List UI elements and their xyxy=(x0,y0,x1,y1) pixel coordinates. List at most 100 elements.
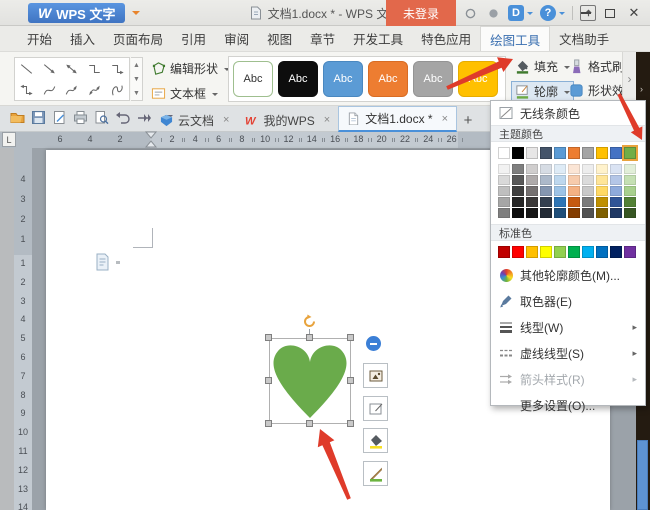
theme-variant-swatch[interactable] xyxy=(568,208,580,218)
rotate-handle-icon[interactable] xyxy=(302,314,317,329)
resize-handle-e[interactable] xyxy=(347,377,354,384)
menu-tab-2[interactable]: 页面布局 xyxy=(104,26,172,51)
menu-tab-7[interactable]: 开发工具 xyxy=(344,26,412,51)
standard-color-1[interactable] xyxy=(512,246,524,258)
theme-color-6[interactable] xyxy=(582,147,594,159)
standard-color-6[interactable] xyxy=(582,246,594,258)
resize-handle-nw[interactable] xyxy=(265,334,272,341)
outline-color-button[interactable] xyxy=(363,461,388,486)
shape-curved-double-arrow[interactable] xyxy=(83,79,106,100)
theme-variant-swatch[interactable] xyxy=(596,175,608,185)
theme-variant-swatch[interactable] xyxy=(554,186,566,196)
sync-circle-icon[interactable] xyxy=(462,5,478,21)
tab-stop-selector[interactable]: L xyxy=(2,132,16,147)
theme-variant-swatch[interactable] xyxy=(512,208,524,218)
menu-tab-10[interactable]: 文档助手 xyxy=(550,26,618,51)
theme-variant-swatch[interactable] xyxy=(582,197,594,207)
theme-variant-swatch[interactable] xyxy=(540,197,552,207)
theme-variant-swatch[interactable] xyxy=(582,175,594,185)
theme-variant-swatch[interactable] xyxy=(498,208,510,218)
outline-button[interactable]: 轮廓 xyxy=(511,81,574,102)
shape-double-arrow[interactable] xyxy=(61,58,84,79)
app-menu-caret-icon[interactable] xyxy=(132,11,140,19)
theme-color-9[interactable] xyxy=(624,147,636,159)
theme-variant-swatch[interactable] xyxy=(554,175,566,185)
theme-variant-swatch[interactable] xyxy=(610,208,622,218)
doc-tab-0[interactable]: 云文档× xyxy=(152,108,237,132)
shape-style-1[interactable]: Abc xyxy=(278,61,318,97)
menu-tab-9[interactable]: 绘图工具 xyxy=(480,26,550,51)
format-painter-button[interactable]: 格式刷 xyxy=(566,57,627,76)
theme-variant-swatch[interactable] xyxy=(498,164,510,174)
theme-variant-swatch[interactable] xyxy=(624,208,636,218)
new-tab-button[interactable]: + xyxy=(457,108,479,132)
theme-variant-swatch[interactable] xyxy=(540,164,552,174)
shape-arrow[interactable] xyxy=(38,58,61,79)
theme-color-1[interactable] xyxy=(512,147,524,159)
theme-variant-swatch[interactable] xyxy=(512,175,524,185)
menu-tab-0[interactable]: 开始 xyxy=(18,26,61,51)
text-box-button[interactable]: 文本框 xyxy=(148,84,221,103)
save-as-button[interactable] xyxy=(52,110,67,128)
theme-variant-swatch[interactable] xyxy=(610,175,622,185)
theme-variant-swatch[interactable] xyxy=(540,175,552,185)
theme-variant-swatch[interactable] xyxy=(568,175,580,185)
resize-handle-w[interactable] xyxy=(265,377,272,384)
vertical-ruler[interactable]: 43211234567891011121314 xyxy=(14,148,32,510)
theme-variant-swatch[interactable] xyxy=(610,186,622,196)
shape-curve[interactable] xyxy=(38,79,61,100)
theme-variant-swatch[interactable] xyxy=(526,175,538,185)
outline-menu-item-4[interactable]: 箭头样式(R)▸ xyxy=(491,366,645,392)
shape-style-2[interactable]: Abc xyxy=(323,61,363,97)
indent-markers[interactable] xyxy=(144,131,158,149)
theme-variant-swatch[interactable] xyxy=(582,164,594,174)
close-tab-icon[interactable]: × xyxy=(324,114,330,126)
standard-color-8[interactable] xyxy=(610,246,622,258)
edit-shape-button[interactable]: 编辑形状 xyxy=(148,59,233,78)
theme-variant-swatch[interactable] xyxy=(582,208,594,218)
gallery-up-icon[interactable]: ▲ xyxy=(131,58,142,72)
save-button[interactable] xyxy=(31,110,46,128)
login-button[interactable]: 未登录 xyxy=(386,0,456,26)
theme-color-4[interactable] xyxy=(554,147,566,159)
theme-color-7[interactable] xyxy=(596,147,608,159)
shape-freeform[interactable] xyxy=(106,79,129,100)
ribbon-expand-strip[interactable]: › xyxy=(622,52,636,106)
theme-variant-swatch[interactable] xyxy=(554,197,566,207)
theme-color-8[interactable] xyxy=(610,147,622,159)
shape-line[interactable] xyxy=(15,58,38,79)
theme-variant-swatch[interactable] xyxy=(512,186,524,196)
theme-variant-swatch[interactable] xyxy=(526,197,538,207)
collapse-minus-button[interactable] xyxy=(366,336,381,351)
shape-elbow[interactable] xyxy=(83,58,106,79)
menu-tab-8[interactable]: 特色应用 xyxy=(412,26,480,51)
undo-button[interactable] xyxy=(115,110,130,128)
print-preview-button[interactable] xyxy=(94,110,109,128)
standard-color-5[interactable] xyxy=(568,246,580,258)
print-button[interactable] xyxy=(73,110,88,128)
close-tab-icon[interactable]: × xyxy=(442,113,448,125)
menu-tab-3[interactable]: 引用 xyxy=(172,26,215,51)
doc-tab-2[interactable]: 文档1.docx *× xyxy=(338,106,457,132)
theme-variant-swatch[interactable] xyxy=(624,164,636,174)
gallery-down-icon[interactable]: ▼ xyxy=(131,72,142,86)
theme-variant-swatch[interactable] xyxy=(596,186,608,196)
theme-variant-swatch[interactable] xyxy=(498,175,510,185)
theme-color-2[interactable] xyxy=(526,147,538,159)
theme-variant-swatch[interactable] xyxy=(512,197,524,207)
theme-variant-swatch[interactable] xyxy=(568,164,580,174)
shape-elbow-double-arrow[interactable] xyxy=(15,79,38,100)
standard-color-7[interactable] xyxy=(596,246,608,258)
shape-elbow-arrow[interactable] xyxy=(106,58,129,79)
standard-color-0[interactable] xyxy=(498,246,510,258)
style-picture-button[interactable] xyxy=(363,363,388,388)
resize-handle-sw[interactable] xyxy=(265,420,272,427)
theme-variant-swatch[interactable] xyxy=(568,197,580,207)
shape-style-3[interactable]: Abc xyxy=(368,61,408,97)
menu-tab-6[interactable]: 章节 xyxy=(301,26,344,51)
theme-variant-swatch[interactable] xyxy=(624,175,636,185)
theme-variant-swatch[interactable] xyxy=(596,164,608,174)
maximize-button[interactable] xyxy=(598,0,622,26)
outline-menu-item-0[interactable]: 其他轮廓颜色(M)... xyxy=(491,262,645,288)
outline-menu-item-3[interactable]: 虚线线型(S)▸ xyxy=(491,340,645,366)
